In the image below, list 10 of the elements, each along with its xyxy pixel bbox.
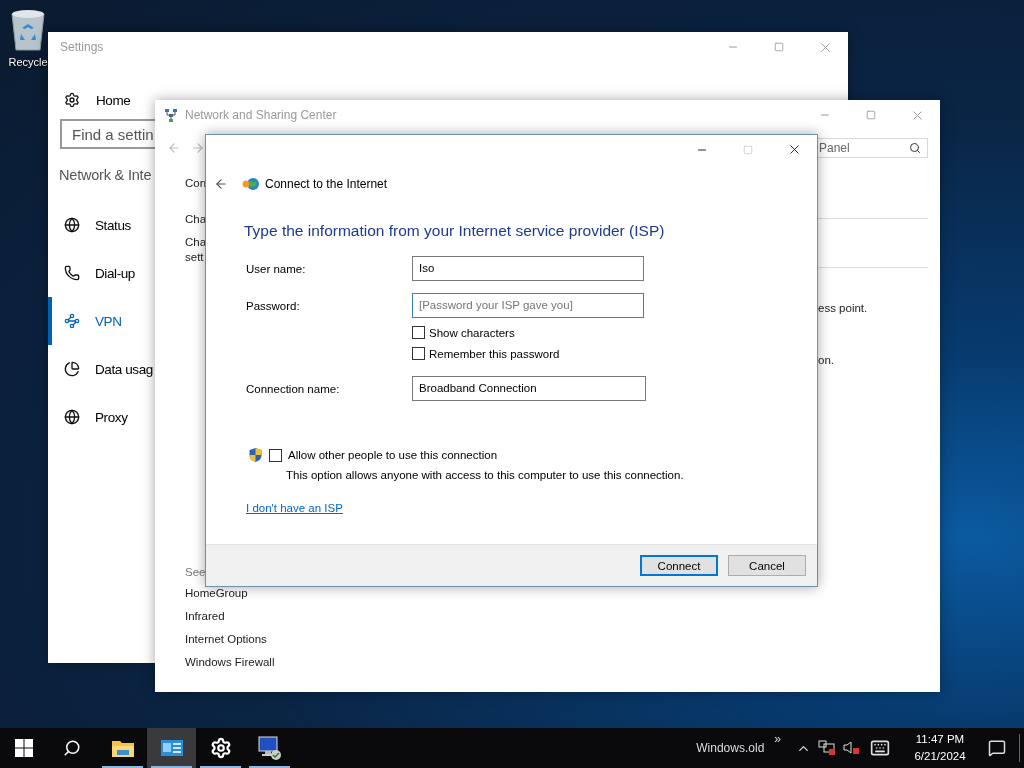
field-label: User name: [246, 262, 307, 275]
description-text: ess point. [818, 302, 869, 314]
field-label: Connection name: [246, 382, 341, 395]
description-text: on. [818, 354, 835, 366]
field-label: Password: [246, 299, 301, 312]
dialog-title: Connect to the Internet [265, 177, 388, 191]
window-title: Network and Sharing Center [184, 108, 338, 122]
dialog-heading: Type the information from your Internet service provider (ISP) [244, 222, 666, 240]
window-title: Settings [59, 40, 105, 54]
option-description: This option allows anyone with access to this computer to use this connection. [286, 469, 685, 481]
